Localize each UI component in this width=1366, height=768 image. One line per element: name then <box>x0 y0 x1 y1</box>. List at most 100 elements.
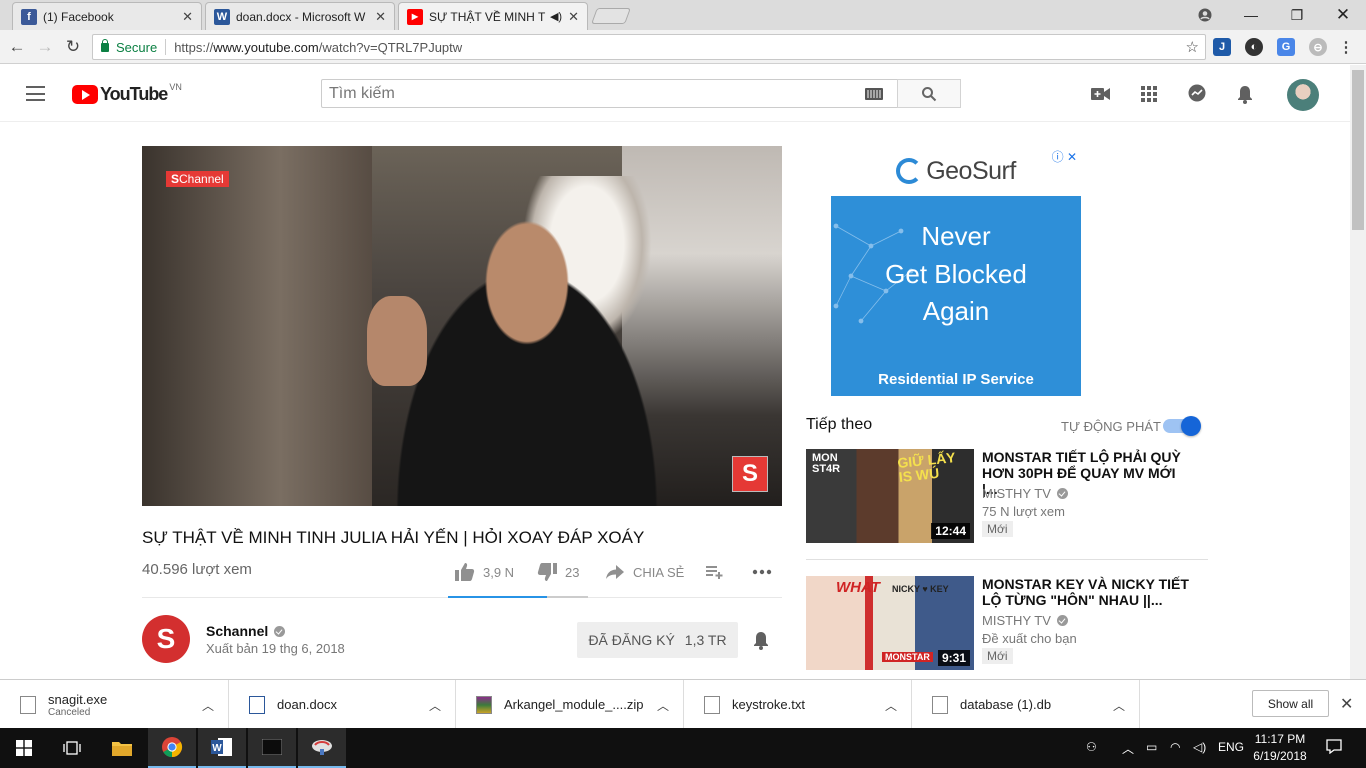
scrollbar-thumb[interactable] <box>1352 70 1364 230</box>
extension-circle-icon[interactable]: ◐ <box>1245 38 1263 56</box>
input-language[interactable]: ENG <box>1218 740 1244 754</box>
back-arrow-icon[interactable]: ← <box>6 36 28 58</box>
download-item[interactable]: doan.docx ︿ <box>229 680 456 729</box>
subscribed-button[interactable]: ĐÃ ĐĂNG KÝ 1,3 TR <box>577 622 738 658</box>
recommended-video[interactable]: MON ST4R GIỮ LẤY IS WÚ 12:44 MONSTAR TIẾT … <box>806 449 1208 545</box>
snagit-taskbar-icon[interactable] <box>298 728 346 768</box>
chrome-taskbar-icon[interactable] <box>148 728 196 768</box>
channel-avatar[interactable]: S <box>142 615 190 663</box>
tab-youtube-active[interactable]: ▶ SỰ THẬT VỀ MINH TI ◀︎) ✕ <box>398 2 588 30</box>
show-all-button[interactable]: Show all <box>1252 690 1329 717</box>
hamburger-menu-icon[interactable] <box>26 86 45 101</box>
extension-j-icon[interactable]: J <box>1213 38 1231 56</box>
chevron-up-icon[interactable]: ︿ <box>429 697 441 714</box>
file-explorer-icon[interactable] <box>98 728 146 768</box>
divider <box>806 559 1208 560</box>
speaker-icon[interactable]: ◀︎) <box>550 10 562 23</box>
text-file-icon <box>704 695 720 714</box>
download-status: Canceled <box>48 706 91 718</box>
download-filename: Arkangel_module_....zip <box>504 697 644 712</box>
profile-icon[interactable] <box>1182 0 1228 30</box>
geosurf-logo-icon <box>896 158 923 184</box>
reload-icon[interactable]: ↻ <box>62 36 84 58</box>
task-view-icon[interactable] <box>48 728 96 768</box>
download-filename: keystroke.txt <box>732 697 805 712</box>
recommended-video[interactable]: WHAT NICKY ♥ KEY MONSTAR 9:31 MONSTAR KE… <box>806 576 1208 672</box>
video-frame-background <box>142 146 372 506</box>
download-item[interactable]: Arkangel_module_....zip ︿ <box>456 680 684 729</box>
taskbar-clock[interactable]: 11:17 PM 6/19/2018 <box>1250 731 1310 765</box>
window-close-button[interactable]: ✕ <box>1320 0 1366 30</box>
new-badge: Mới <box>982 521 1013 537</box>
download-item[interactable]: keystroke.txt ︿ <box>684 680 912 729</box>
like-button[interactable]: 3,9 N <box>455 560 514 584</box>
apps-grid-icon[interactable] <box>1137 83 1161 105</box>
video-title: SỰ THẬT VỀ MINH TINH JULIA HẢI YẾN | HỎI… <box>142 528 645 547</box>
video-thumbnail[interactable]: WHAT NICKY ♥ KEY MONSTAR 9:31 <box>806 576 974 670</box>
video-player[interactable]: SChannel S <box>142 146 782 506</box>
chevron-up-icon[interactable]: ︿ <box>1113 697 1125 714</box>
close-icon[interactable]: ✕ <box>568 9 579 25</box>
messages-icon[interactable] <box>1185 83 1209 105</box>
add-to-playlist-button[interactable] <box>706 560 724 584</box>
tab-word-doc[interactable]: W doan.docx - Microsoft W ✕ <box>205 2 395 30</box>
close-downloads-icon[interactable]: ✕ <box>1340 694 1353 714</box>
new-tab-button[interactable] <box>591 8 631 24</box>
windows-start-icon[interactable] <box>0 728 48 768</box>
notifications-bell-icon[interactable] <box>1233 83 1257 105</box>
bookmark-star-icon[interactable]: ☆ <box>1186 38 1199 56</box>
minimize-button[interactable]: — <box>1228 0 1274 30</box>
notification-bell-icon[interactable] <box>752 631 770 650</box>
create-video-icon[interactable] <box>1089 83 1113 105</box>
people-icon[interactable]: ⚇ <box>1086 740 1097 754</box>
terminal-taskbar-icon[interactable] <box>248 728 296 768</box>
close-icon[interactable]: ✕ <box>375 9 386 25</box>
forward-arrow-icon[interactable]: → <box>34 36 56 58</box>
share-button[interactable]: CHIA SẺ <box>606 560 684 584</box>
search-input[interactable] <box>322 84 852 103</box>
tab-facebook[interactable]: f (1) Facebook ✕ <box>12 2 202 30</box>
autoplay-label: TỰ ĐỘNG PHÁT <box>1061 419 1161 434</box>
address-bar[interactable]: Secure https://www.youtube.com/watch?v=Q… <box>92 34 1206 60</box>
page-scrollbar[interactable] <box>1350 65 1366 679</box>
keyboard-icon[interactable] <box>865 88 883 100</box>
autoplay-toggle[interactable] <box>1163 416 1201 436</box>
download-item[interactable]: snagit.exe Canceled ︿ <box>0 680 229 729</box>
ad-choices-close-icon[interactable]: ⓘ ✕ <box>1052 148 1077 165</box>
word-taskbar-icon[interactable]: W <box>198 728 246 768</box>
user-avatar[interactable] <box>1287 79 1319 111</box>
search-button[interactable] <box>897 79 961 108</box>
secure-indicator[interactable]: Secure <box>93 38 167 55</box>
action-center-icon[interactable] <box>1326 738 1342 757</box>
menu-dots-icon[interactable]: ⋮ <box>1337 38 1355 56</box>
wifi-icon[interactable]: ◠ <box>1170 740 1180 754</box>
chevron-up-icon[interactable]: ︿ <box>885 697 897 714</box>
chevron-up-icon[interactable]: ︿ <box>657 697 669 714</box>
verified-icon <box>274 625 286 637</box>
dislike-button[interactable]: 23 <box>537 560 579 584</box>
thumbs-down-icon <box>537 563 557 581</box>
geosurf-ad[interactable]: GeoSurf ⓘ ✕ Never Get Blocked Again Resi… <box>831 146 1081 396</box>
close-icon[interactable]: ✕ <box>182 9 193 25</box>
volume-icon[interactable]: ◁) <box>1193 740 1206 754</box>
more-actions-button[interactable] <box>752 560 772 584</box>
download-item[interactable]: database (1).db ︿ <box>912 680 1140 729</box>
video-thumbnail[interactable]: MON ST4R GIỮ LẤY IS WÚ 12:44 <box>806 449 974 543</box>
chevron-up-icon[interactable]: ︿ <box>1122 740 1134 757</box>
word-icon: W <box>214 8 230 25</box>
maximize-button[interactable]: ❐ <box>1274 0 1320 30</box>
recommended-channel: MISTHY TV <box>982 613 1068 628</box>
battery-icon[interactable]: ▭ <box>1146 740 1157 754</box>
recommended-video-title[interactable]: MONSTAR KEY VÀ NICKY TIẾT LỘ TỪNG "HÔN" … <box>982 576 1192 608</box>
share-icon <box>606 565 624 579</box>
youtube-logo[interactable]: YouTube VN <box>72 82 182 105</box>
view-count: 40.596 lượt xem <box>142 561 252 578</box>
google-translate-icon[interactable]: G <box>1277 38 1295 56</box>
subscribe-label: ĐÃ ĐĂNG KÝ <box>588 632 675 648</box>
chevron-up-icon[interactable]: ︿ <box>202 697 214 714</box>
channel-name-row[interactable]: Schannel <box>206 623 286 639</box>
channel-name[interactable]: Schannel <box>206 623 268 639</box>
extension-gray-icon[interactable]: ⊖ <box>1309 38 1327 56</box>
ad-brand: GeoSurf <box>896 157 1016 186</box>
secure-label: Secure <box>116 39 158 55</box>
